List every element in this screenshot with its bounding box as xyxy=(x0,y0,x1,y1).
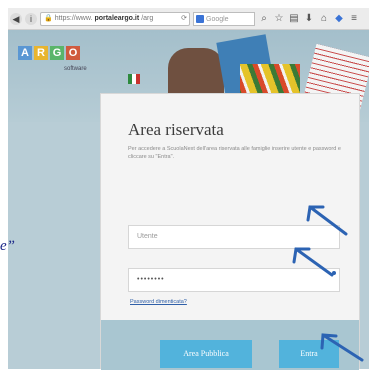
logo-letter-a: A xyxy=(18,46,32,60)
library-icon[interactable]: ▤ xyxy=(288,13,300,25)
enter-button[interactable]: Entra xyxy=(279,340,339,368)
url-prefix: https://www. xyxy=(54,14,93,22)
public-area-button[interactable]: Area Pubblica xyxy=(160,340,252,368)
download-icon[interactable]: ⬇ xyxy=(303,13,315,25)
menu-icon[interactable]: ≡ xyxy=(348,13,360,25)
overlay-quote-fragment: e” xyxy=(0,238,15,254)
url-domain: portaleargo.it xyxy=(94,14,140,22)
logo-letter-o: O xyxy=(66,46,80,60)
logo-subtitle: software xyxy=(64,66,87,72)
reload-icon[interactable]: ⟳ xyxy=(181,13,187,25)
url-suffix: /arg xyxy=(141,14,154,22)
logo-letter-r: R xyxy=(34,46,48,60)
search-placeholder: Google xyxy=(206,15,229,23)
username-placeholder: Utente xyxy=(137,233,158,240)
italian-flag-icon xyxy=(128,74,140,84)
browser-toolbar: ◀ i 🔒 https://www. portaleargo.it/arg ⟳ G… xyxy=(8,8,369,30)
password-value: •••••••• xyxy=(137,276,165,283)
logo-letter-g: G xyxy=(50,46,64,60)
page-title: Area riservata xyxy=(128,120,224,139)
extension-icon[interactable]: ◆ xyxy=(333,13,345,25)
lock-icon: 🔒 xyxy=(44,14,53,22)
star-icon[interactable]: ☆ xyxy=(273,13,285,25)
search-input[interactable]: Google xyxy=(193,11,255,26)
username-field[interactable]: Utente xyxy=(128,225,340,249)
login-card: Area riservata Per accedere a ScuolaNext… xyxy=(100,93,360,370)
home-icon[interactable]: ⌂ xyxy=(318,13,330,25)
login-description: Per accedere a ScuolaNext dell'area rise… xyxy=(128,146,341,160)
forgot-password-link[interactable]: Password dimenticata? xyxy=(130,299,187,305)
password-field[interactable]: •••••••• xyxy=(128,268,340,292)
address-bar[interactable]: 🔒 https://www. portaleargo.it/arg ⟳ xyxy=(40,11,190,26)
back-icon[interactable]: ◀ xyxy=(10,12,22,25)
argo-logo: A R G O xyxy=(18,46,80,60)
google-icon xyxy=(196,14,204,23)
page: A R G O software Area riservata Per acce… xyxy=(8,30,369,370)
search-icon[interactable]: ⌕ xyxy=(258,13,270,25)
info-icon[interactable]: i xyxy=(25,12,37,25)
